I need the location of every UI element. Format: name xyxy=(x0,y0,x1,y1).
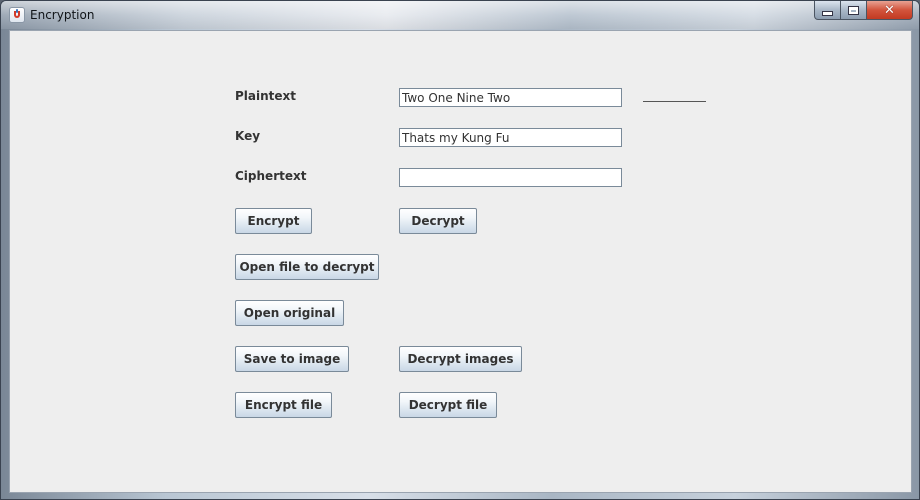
window-controls: ✕ xyxy=(814,1,913,21)
content-panel: Plaintext Key Ciphertext Encrypt Decrypt… xyxy=(9,30,912,493)
key-input[interactable] xyxy=(399,128,622,147)
plaintext-input[interactable] xyxy=(399,88,622,107)
app-window: Encryption ✕ Plaintext Key Ciphertext En… xyxy=(0,0,920,500)
maximize-button[interactable] xyxy=(841,1,867,20)
encrypt-file-button[interactable]: Encrypt file xyxy=(235,392,332,418)
title-bar[interactable]: Encryption ✕ xyxy=(1,1,919,29)
status-underline xyxy=(643,101,706,102)
minimize-icon xyxy=(822,10,833,16)
decrypt-images-button[interactable]: Decrypt images xyxy=(399,346,522,372)
decrypt-file-button[interactable]: Decrypt file xyxy=(399,392,497,418)
ciphertext-label: Ciphertext xyxy=(235,169,307,183)
minimize-button[interactable] xyxy=(814,1,841,20)
open-original-button[interactable]: Open original xyxy=(235,300,344,326)
decrypt-button[interactable]: Decrypt xyxy=(399,208,477,234)
close-icon: ✕ xyxy=(884,2,895,18)
maximize-icon xyxy=(848,5,859,15)
encrypt-button[interactable]: Encrypt xyxy=(235,208,312,234)
open-file-to-decrypt-button[interactable]: Open file to decrypt xyxy=(235,254,379,280)
close-button[interactable]: ✕ xyxy=(867,1,913,20)
window-title: Encryption xyxy=(30,8,95,22)
save-to-image-button[interactable]: Save to image xyxy=(235,346,349,372)
java-app-icon xyxy=(9,7,25,23)
ciphertext-input[interactable] xyxy=(399,168,622,187)
plaintext-label: Plaintext xyxy=(235,89,297,103)
key-label: Key xyxy=(235,129,261,143)
